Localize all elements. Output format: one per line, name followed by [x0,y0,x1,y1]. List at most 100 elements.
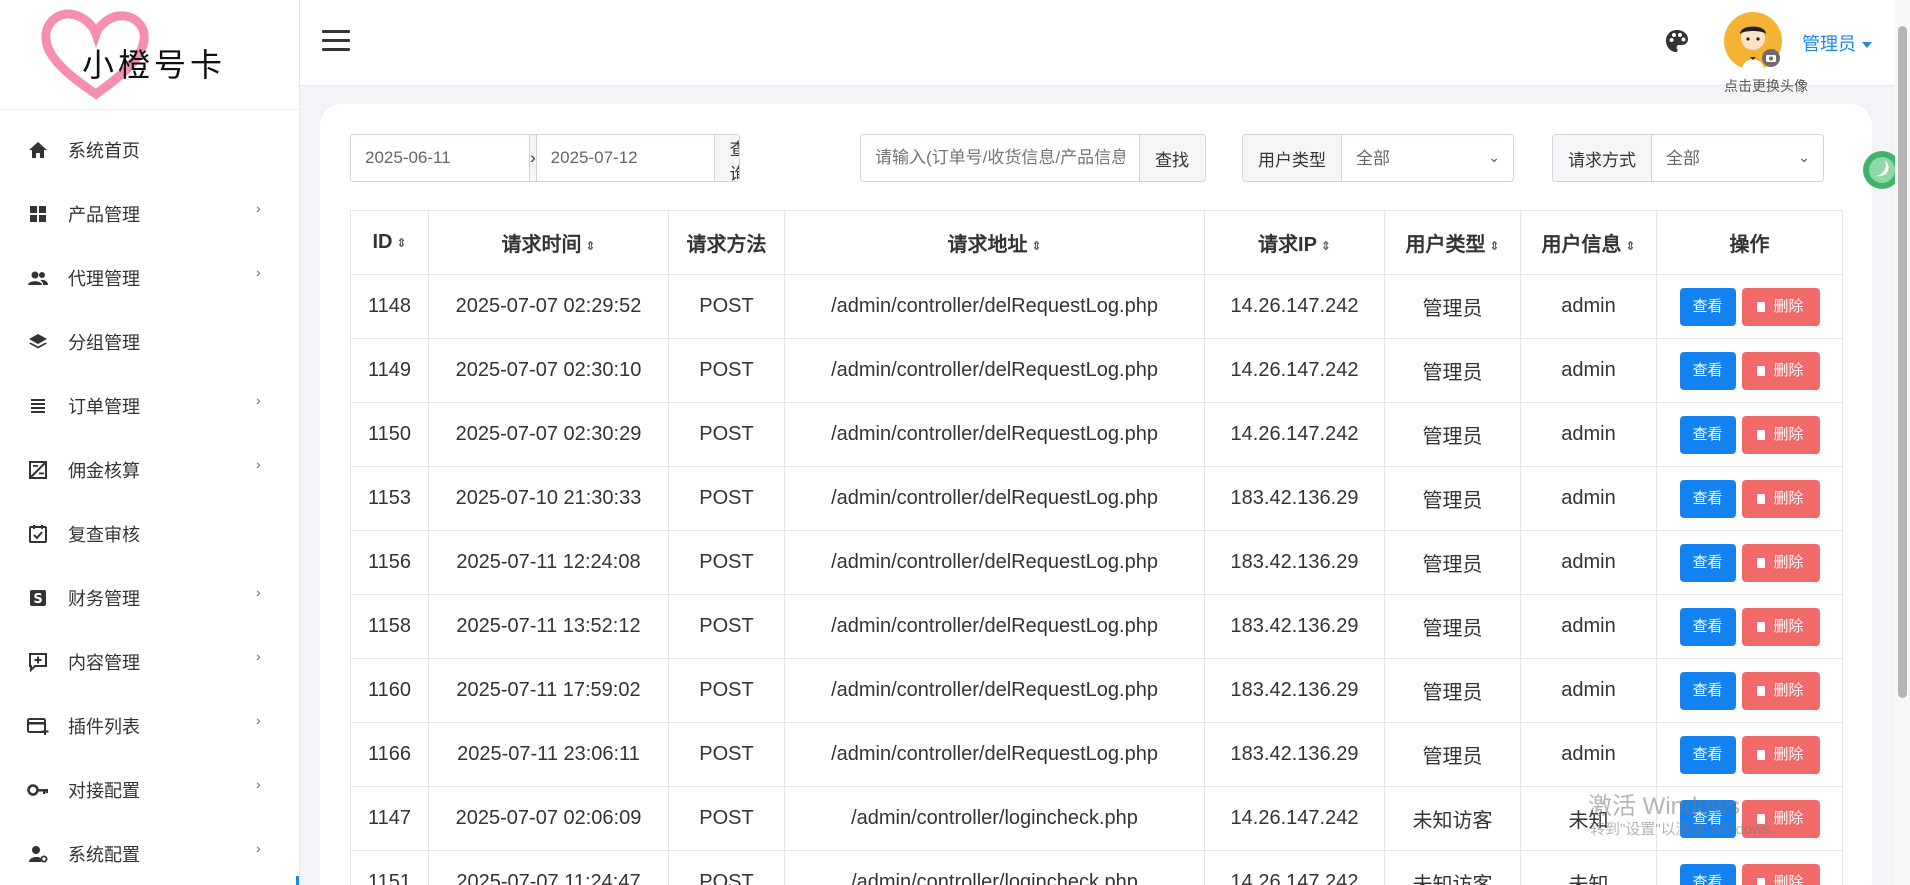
sidebar-item-3[interactable]: 代理管理 › [0,246,299,310]
delete-label: 删除 [1773,681,1804,699]
view-button[interactable]: 查看 [1679,607,1736,646]
sidebar-item-8[interactable]: S 财务管理 › [0,566,299,630]
avatar-caption[interactable]: 点击更换头像 [1724,76,1808,96]
delete-button[interactable]: 删除 [1741,671,1820,710]
view-button[interactable]: 查看 [1679,863,1736,885]
sidebar-item-12[interactable]: 系统配置 › [0,822,299,885]
sidebar-item-4[interactable]: 分组管理 [0,310,299,374]
method-select[interactable]: 全部 [1652,135,1822,181]
column-header[interactable]: 请求地址 ⇕ [784,210,1205,275]
view-button[interactable]: 查看 [1679,735,1736,774]
table-cell: admin [1520,402,1657,467]
user-label: 管理员 [1802,34,1856,54]
delete-button[interactable]: 删除 [1741,735,1820,774]
delete-button[interactable]: 删除 [1741,863,1820,885]
sidebar-item-5[interactable]: 订单管理 › [0,374,299,438]
view-button[interactable]: 查看 [1679,287,1736,326]
table-cell: 管理员 [1384,658,1521,723]
sidebar-item-7[interactable]: 复查审核 [0,502,299,566]
sidebar-item-11[interactable]: 对接配置 › [0,758,299,822]
brand-logo[interactable]: 小橙号卡 [0,0,299,110]
sidebar-item-2[interactable]: 产品管理 › [0,182,299,246]
user-type-select[interactable]: 全部 [1342,135,1512,181]
palette-icon[interactable] [1664,28,1690,59]
sidebar-item-label: 佣金核算 [68,461,140,481]
table-cell: POST [668,850,785,885]
table-cell: 1149 [350,338,429,403]
sidebar-item-label: 分组管理 [68,333,140,353]
sidebar-item-1[interactable]: 系统首页 [0,118,299,182]
column-header-label: 用户类型 [1405,234,1486,256]
delete-button[interactable]: 删除 [1741,607,1820,646]
delete-button[interactable]: 删除 [1741,543,1820,582]
avatar[interactable] [1724,12,1782,70]
date-start-input[interactable] [351,135,529,181]
date-end-input[interactable] [535,135,714,181]
table-cell: 14.26.147.242 [1204,274,1385,339]
list-icon [26,394,50,418]
sort-icon[interactable]: ⇕ [1625,239,1635,253]
sort-icon[interactable]: ⇕ [1031,239,1041,253]
view-button[interactable]: 查看 [1679,415,1736,454]
column-header-label: 请求IP [1258,234,1317,256]
table-cell: 管理员 [1384,274,1521,339]
table-cell: POST [668,466,785,531]
sidebar-item-label: 内容管理 [68,653,140,673]
column-header[interactable]: ID ⇕ [350,210,429,275]
brand-name: 小橙号卡 [82,46,227,84]
table-cell: admin [1520,338,1657,403]
delete-button[interactable]: 删除 [1741,351,1820,390]
trash-icon [1757,749,1766,760]
table-cell: 管理员 [1384,466,1521,531]
top-header: 点击更换头像 管理员 [300,0,1895,94]
sidebar-item-10[interactable]: 插件列表 › [0,694,299,758]
layers-icon [26,330,50,354]
view-button[interactable]: 查看 [1679,671,1736,710]
table-cell: 14.26.147.242 [1204,850,1385,885]
table-cell: 管理员 [1384,530,1521,595]
page-scrollbar[interactable] [1895,0,1910,885]
table-row: 1160 2025-07-11 17:59:02 POST/admin/contro… [350,658,1843,723]
table-cell: 2025-07-11 13:52:12 [428,594,669,659]
actions-cell: 查看 删除 [1656,658,1843,723]
column-header[interactable]: 请求时间 ⇕ [428,210,669,275]
view-button[interactable]: 查看 [1679,351,1736,390]
view-button[interactable]: 查看 [1679,543,1736,582]
search-group: 查找 [860,134,1206,182]
table-cell: 管理员 [1384,722,1521,787]
sort-icon[interactable]: ⇕ [396,236,406,250]
table-row: 1158 2025-07-11 13:52:12 POST/admin/contro… [350,594,1843,659]
column-header[interactable]: 请求IP ⇕ [1204,210,1385,275]
view-button[interactable]: 查看 [1679,479,1736,518]
chevron-right-icon: › [256,392,261,408]
table-cell: /admin/controller/delRequestLog.php [784,274,1205,339]
user-gear-icon [26,842,50,866]
actions-cell: 查看 删除 [1656,402,1843,467]
sidebar-item-6[interactable]: 佣金核算 › [0,438,299,502]
menu-toggle-icon[interactable] [322,30,350,54]
table-cell: 1148 [350,274,429,339]
search-input[interactable] [861,135,1139,181]
delete-button[interactable]: 删除 [1741,287,1820,326]
sidebar-item-9[interactable]: 内容管理 › [0,630,299,694]
sort-icon[interactable]: ⇕ [585,239,595,253]
delete-button[interactable]: 删除 [1741,415,1820,454]
date-range-separator: › [529,135,536,181]
date-range-group: › 查询 [350,134,740,182]
table-cell: admin [1520,274,1657,339]
column-header[interactable]: 用户信息 ⇕ [1520,210,1657,275]
table-cell: /admin/controller/delRequestLog.php [784,402,1205,467]
column-header[interactable]: 用户类型 ⇕ [1384,210,1521,275]
column-header: 操作 [1656,210,1843,275]
scrollbar-thumb[interactable] [1898,26,1907,698]
table-cell: /admin/controller/delRequestLog.php [784,466,1205,531]
search-button[interactable]: 查找 [1139,135,1204,181]
user-dropdown[interactable]: 管理员 [1802,30,1872,56]
sort-icon[interactable]: ⇕ [1321,239,1331,253]
delete-button[interactable]: 删除 [1741,479,1820,518]
query-button[interactable]: 查询 [713,135,739,181]
table-cell: /admin/controller/delRequestLog.php [784,530,1205,595]
table-cell: /admin/controller/logincheck.php [784,786,1205,851]
sort-icon[interactable]: ⇕ [1489,239,1499,253]
table-cell: 2025-07-07 02:06:09 [428,786,669,851]
